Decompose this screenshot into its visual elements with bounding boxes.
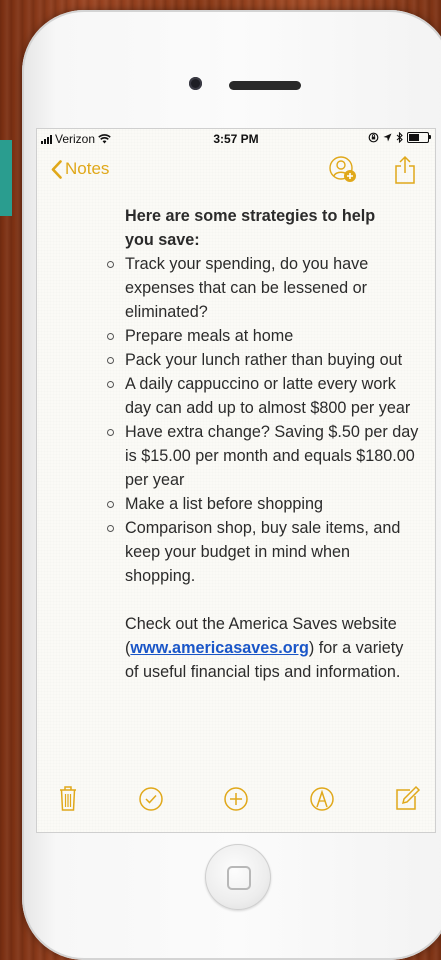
list-item: Make a list before shopping xyxy=(107,492,421,516)
orientation-lock-icon xyxy=(368,132,379,143)
home-button-square-icon xyxy=(227,866,251,890)
battery-icon xyxy=(407,132,431,143)
bottom-toolbar xyxy=(37,781,435,821)
trash-icon[interactable] xyxy=(51,781,85,815)
note-title: Here are some strategies to help you sav… xyxy=(125,204,421,252)
back-to-notes-button[interactable]: Notes xyxy=(51,159,109,179)
compose-icon[interactable] xyxy=(389,781,423,815)
checklist-icon[interactable] xyxy=(134,781,168,815)
share-icon[interactable] xyxy=(393,155,417,185)
add-icon[interactable] xyxy=(219,781,253,815)
strategy-list: Track your spending, do you have expense… xyxy=(107,252,421,588)
notes-screen: Verizon 3:57 PM Notes Here are some stra… xyxy=(36,128,436,833)
america-saves-link[interactable]: www.americasaves.org xyxy=(130,639,308,657)
teal-side-tab xyxy=(0,140,12,216)
list-item: Prepare meals at home xyxy=(107,324,421,348)
add-people-icon[interactable] xyxy=(329,155,357,183)
status-bar: Verizon 3:57 PM xyxy=(37,129,435,149)
list-item: A daily cappuccino or latte every work d… xyxy=(107,372,421,420)
markup-icon[interactable] xyxy=(305,781,339,815)
earpiece-speaker xyxy=(229,81,301,90)
list-item: Pack your lunch rather than buying out xyxy=(107,348,421,372)
note-title-line: you save: xyxy=(125,231,200,249)
front-camera xyxy=(189,77,202,90)
note-title-line: Here are some strategies to help xyxy=(125,207,376,225)
back-label: Notes xyxy=(65,159,110,178)
list-item: Track your spending, do you have expense… xyxy=(107,252,421,324)
website-paragraph: Check out the America Saves website (www… xyxy=(125,612,421,684)
location-icon xyxy=(383,133,392,142)
home-button[interactable] xyxy=(205,844,271,910)
bluetooth-icon xyxy=(396,132,403,143)
chevron-left-icon xyxy=(51,159,62,179)
list-item: Have extra change? Saving $.50 per day i… xyxy=(107,420,421,492)
navigation-bar: Notes xyxy=(37,151,435,191)
status-right-icons xyxy=(368,132,431,143)
note-body[interactable]: Here are some strategies to help you sav… xyxy=(107,204,421,684)
list-item: Comparison shop, buy sale items, and kee… xyxy=(107,516,421,588)
